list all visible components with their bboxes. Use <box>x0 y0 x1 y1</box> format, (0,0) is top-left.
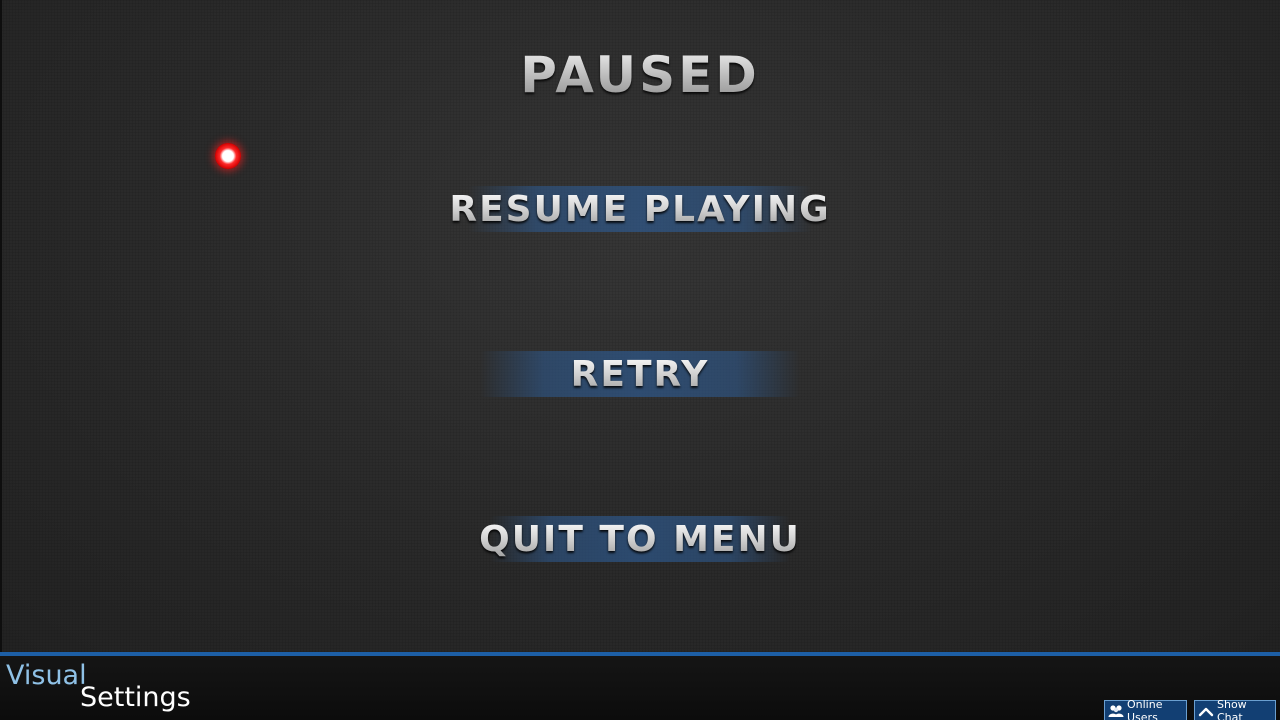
game-area: PAUSED RESUME PLAYING RETRY QUIT TO MENU <box>0 0 1280 652</box>
show-chat-button[interactable]: Show Chat <box>1194 697 1276 720</box>
chevron-up-icon <box>1198 705 1214 717</box>
quit-to-menu-button[interactable]: QUIT TO MENU <box>0 511 1280 567</box>
quit-to-menu-label: QUIT TO MENU <box>479 518 801 560</box>
online-users-button[interactable]: Online Users <box>1104 697 1187 720</box>
cursor-icon <box>215 143 241 169</box>
bottom-bar: Visual Settings Online Users Show Chat <box>0 652 1280 720</box>
retry-label: RETRY <box>570 353 710 395</box>
users-icon <box>1108 704 1124 718</box>
visual-settings-label-line1[interactable]: Visual <box>6 660 87 691</box>
paused-title: PAUSED <box>440 46 840 104</box>
resume-playing-button[interactable]: RESUME PLAYING <box>0 181 1280 237</box>
resume-playing-label: RESUME PLAYING <box>449 188 831 230</box>
show-chat-label: Show Chat <box>1217 697 1247 720</box>
visual-settings-label-line2[interactable]: Settings <box>80 682 191 713</box>
retry-button[interactable]: RETRY <box>0 346 1280 402</box>
online-users-label: Online Users <box>1127 697 1163 720</box>
